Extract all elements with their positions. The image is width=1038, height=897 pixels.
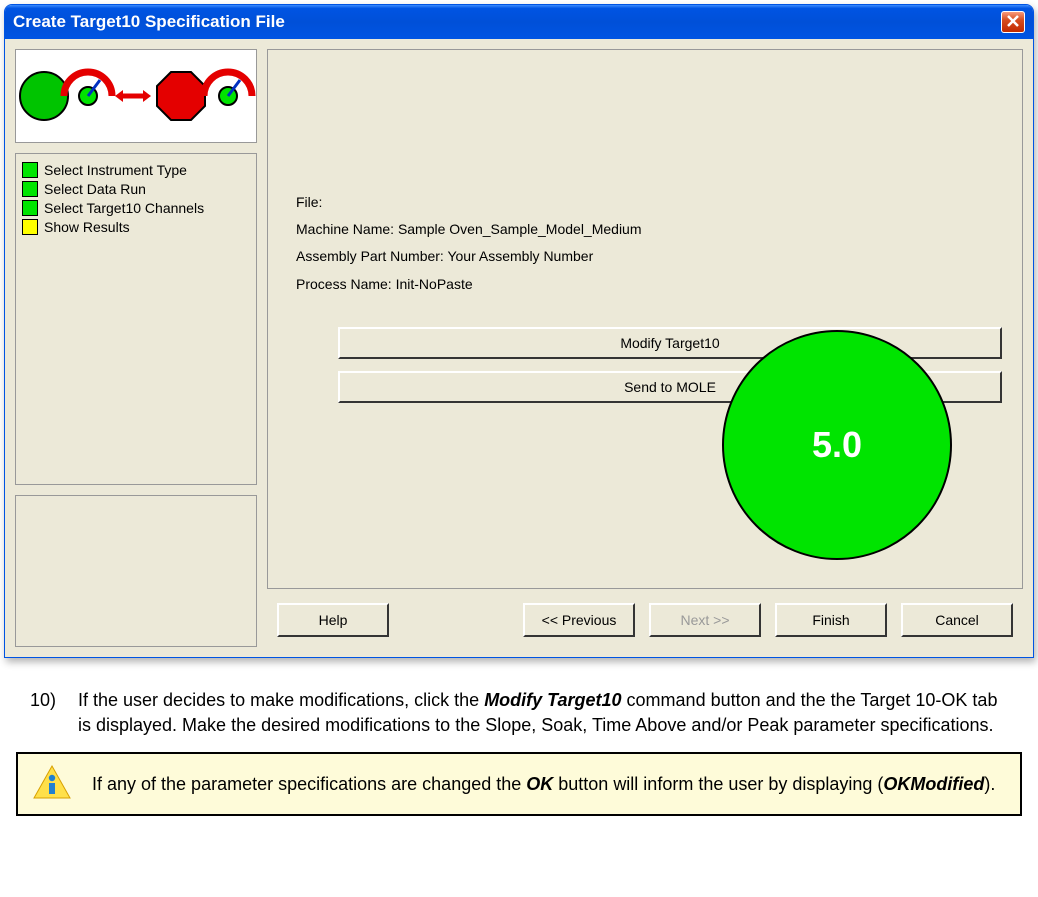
machine-row: Machine Name: Sample Oven_Sample_Model_M… [296,217,1002,242]
machine-value: Sample Oven_Sample_Model_Medium [398,221,642,237]
note-body: If any of the parameter specifications a… [92,772,995,797]
note-text: ). [984,774,995,794]
right-column: File: Machine Name: Sample Oven_Sample_M… [267,49,1023,647]
step-status-icon [22,162,38,178]
step-item: Select Target10 Channels [22,200,250,216]
process-label: Process Name: [296,276,392,292]
step-number: 10) [30,688,78,738]
process-row: Process Name: Init-NoPaste [296,272,1002,297]
assembly-value: Your Assembly Number [447,248,593,264]
nav-button-row: Help << Previous Next >> Finish Cancel [267,595,1023,647]
step-label: Select Instrument Type [44,162,187,178]
file-row: File: [296,190,1002,215]
previous-button[interactable]: << Previous [523,603,635,637]
wizard-dialog: Create Target10 Specification File [4,4,1034,658]
step-status-icon [22,219,38,235]
dialog-body: Select Instrument Type Select Data Run S… [5,39,1033,657]
titlebar: Create Target10 Specification File [5,5,1033,39]
step-text: If the user decides to make modification… [78,690,484,710]
step-label: Select Data Run [44,181,146,197]
step-item: Select Data Run [22,181,250,197]
help-button[interactable]: Help [277,603,389,637]
wizard-header-graphic [15,49,257,143]
step-status-icon [22,200,38,216]
finish-button[interactable]: Finish [775,603,887,637]
assembly-row: Assembly Part Number: Your Assembly Numb… [296,244,1002,269]
file-label: File: [296,194,322,210]
close-button[interactable] [1001,11,1025,33]
step-status-icon [22,181,38,197]
info-icon [32,764,72,804]
instruction-step: 10) If the user decides to make modifica… [30,688,1008,738]
note-text: button will inform the user by displayin… [553,774,883,794]
dialog-title: Create Target10 Specification File [13,12,285,32]
info-block: File: Machine Name: Sample Oven_Sample_M… [296,190,1002,297]
left-bottom-panel [15,495,257,647]
step-bold: Modify Target10 [484,690,621,710]
score-indicator: 5.0 [722,330,952,560]
step-label: Show Results [44,219,130,235]
note-bold: OK [526,774,553,794]
assembly-label: Assembly Part Number: [296,248,444,264]
note-text: If any of the parameter specifications a… [92,774,526,794]
score-value: 5.0 [812,424,862,466]
step-item: Select Instrument Type [22,162,250,178]
step-label: Select Target10 Channels [44,200,204,216]
step-list: Select Instrument Type Select Data Run S… [15,153,257,485]
process-value: Init-NoPaste [396,276,473,292]
left-column: Select Instrument Type Select Data Run S… [15,49,257,647]
main-panel: File: Machine Name: Sample Oven_Sample_M… [267,49,1023,589]
close-icon [1007,14,1019,30]
machine-label: Machine Name: [296,221,394,237]
step-body: If the user decides to make modification… [78,688,1008,738]
step-item: Show Results [22,219,250,235]
cancel-button[interactable]: Cancel [901,603,1013,637]
next-button: Next >> [649,603,761,637]
note-box: If any of the parameter specifications a… [16,752,1022,816]
note-bold: OKModified [883,774,984,794]
